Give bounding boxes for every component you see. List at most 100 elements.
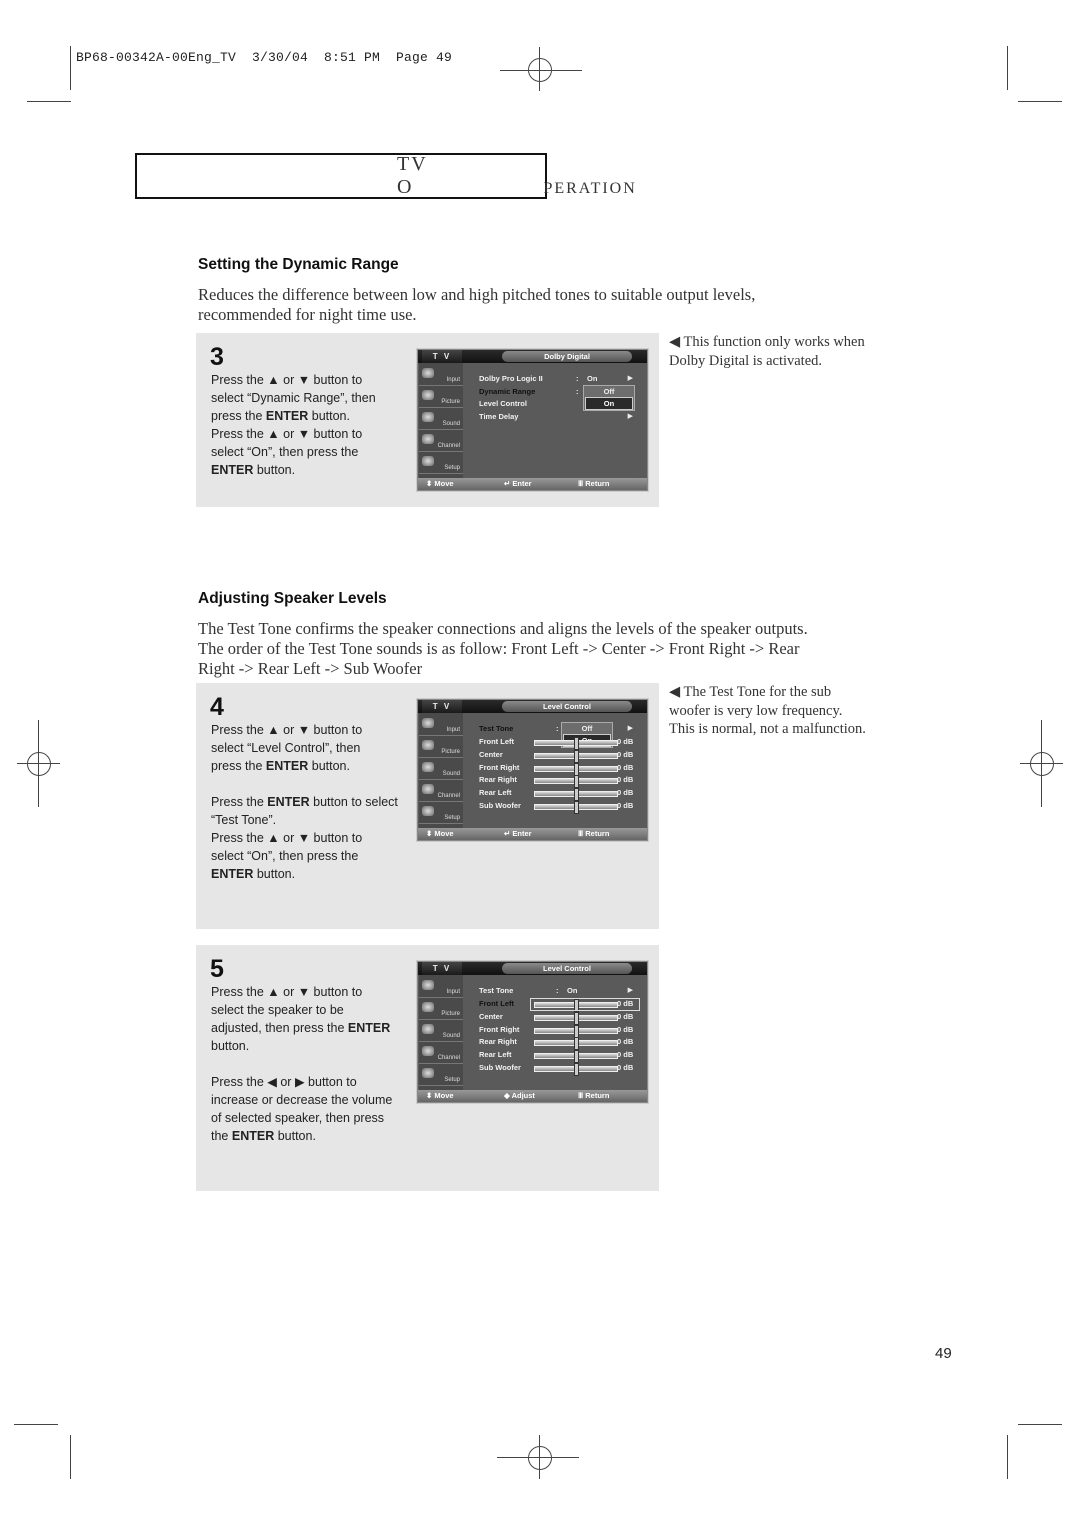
speaker-label-front-right[interactable]: Front Right: [479, 763, 519, 772]
slider-handle[interactable]: [574, 1063, 579, 1076]
speaker-label-center[interactable]: Center: [479, 1012, 503, 1021]
instruction-line: press the ENTER button.: [211, 409, 350, 423]
speaker-level-slider[interactable]: [534, 749, 618, 763]
speaker-level-value: 0 dB: [617, 1037, 634, 1047]
instruction-line: ENTER button.: [211, 867, 296, 881]
menu-item-dynamic-range[interactable]: Dynamic Range: [479, 387, 535, 396]
instruction-line: [211, 775, 411, 793]
sound-icon: [422, 1024, 434, 1034]
banner-title: TV O PERATION: [397, 153, 637, 198]
osd-sidebar-item-input[interactable]: Input: [419, 715, 463, 736]
osd-sidebar-item-channel[interactable]: Channel: [419, 781, 463, 802]
adjust-hint: ◆ Adjust: [504, 1091, 535, 1100]
move-hint: ⬍ Move: [426, 829, 454, 838]
slider-handle[interactable]: [574, 737, 579, 750]
slider-handle[interactable]: [574, 801, 579, 814]
slider-handle[interactable]: [574, 749, 579, 763]
speaker-label-front-left[interactable]: Front Left: [479, 737, 514, 746]
speaker-level-slider[interactable]: [534, 775, 618, 789]
osd-sidebar-item-input[interactable]: Input: [419, 977, 463, 998]
crop-mark: [14, 1424, 58, 1425]
speaker-label-front-right[interactable]: Front Right: [479, 1025, 519, 1034]
osd-sidebar-item-sound[interactable]: Sound: [419, 1021, 463, 1042]
enter-hint: ↵ Enter: [504, 479, 532, 488]
picture-icon: [422, 390, 434, 400]
crop-mark: [27, 101, 71, 102]
instruction-line: Press the ◀ or ▶ button to: [211, 1075, 357, 1089]
osd-sidebar-item-channel[interactable]: Channel: [419, 1043, 463, 1064]
speaker-level-slider[interactable]: [534, 801, 618, 814]
menu-item-level-control[interactable]: Level Control: [479, 399, 527, 408]
option-on[interactable]: On: [585, 397, 633, 410]
osd-sidebar-item-picture[interactable]: Picture: [419, 737, 463, 758]
speaker-label-rear-right[interactable]: Rear Right: [479, 1037, 517, 1046]
speaker-level-slider[interactable]: [534, 1050, 618, 1064]
slider-handle[interactable]: [574, 1011, 579, 1025]
speaker-level-slider[interactable]: [534, 1011, 618, 1025]
instruction-line: button.: [211, 1039, 250, 1053]
dynamic-range-dropdown[interactable]: Off On: [583, 385, 635, 411]
menu-item-dolby-pro-logic[interactable]: Dolby Pro Logic II: [479, 374, 543, 383]
move-hint: ⬍ Move: [426, 1091, 454, 1100]
osd-sidebar-item-channel[interactable]: Channel: [419, 431, 463, 452]
step-number: 5: [210, 955, 224, 983]
slider-handle[interactable]: [574, 1050, 579, 1064]
instruction-line: Press the ▲ or ▼ button to: [211, 427, 363, 441]
osd-footer: ⬍ Move ◆ Adjust Ⅲ Return: [418, 1090, 647, 1102]
picture-icon: [422, 740, 434, 750]
speaker-label-center[interactable]: Center: [479, 750, 503, 759]
return-hint: Ⅲ Return: [578, 479, 610, 488]
heading-speaker-levels: Adjusting Speaker Levels: [198, 590, 387, 607]
osd-sidebar: Input Picture Sound Channel Setup: [419, 975, 463, 1090]
osd-sidebar-item-setup[interactable]: Setup: [419, 1065, 463, 1086]
osd-sidebar-item-sound[interactable]: Sound: [419, 409, 463, 430]
instruction-line: select “Dynamic Range”, then: [211, 391, 376, 405]
slider-handle[interactable]: [574, 1037, 579, 1051]
speaker-level-slider[interactable]: [534, 788, 618, 802]
osd-sidebar-item-sound[interactable]: Sound: [419, 759, 463, 780]
input-icon: [422, 718, 434, 728]
speaker-level-slider[interactable]: [534, 762, 618, 776]
osd-sidebar-item-picture[interactable]: Picture: [419, 999, 463, 1020]
menu-item-test-tone[interactable]: Test Tone: [479, 724, 513, 733]
speaker-level-value: 0 dB: [617, 749, 634, 759]
tv-osd-level-control-adjust: T V Level Control Input Picture Sound Chann…: [416, 960, 649, 1104]
speaker-level-value: 0 dB: [617, 762, 634, 772]
speaker-label-sub-woofer[interactable]: Sub Woofer: [479, 1063, 521, 1072]
page-number: 49: [935, 1345, 952, 1362]
speaker-level-slider[interactable]: [534, 1037, 618, 1051]
menu-item-test-tone[interactable]: Test Tone: [479, 986, 513, 995]
tv-osd-level-control-test-tone: T V Level Control Input Picture Sound Chann…: [416, 698, 649, 842]
sound-icon: [422, 412, 434, 422]
speaker-label-rear-left[interactable]: Rear Left: [479, 788, 512, 797]
instruction-line: select the speaker to be: [211, 1003, 344, 1017]
tv-label: T V: [422, 700, 462, 713]
speaker-level-slider[interactable]: [534, 737, 618, 750]
step-instructions: Press the ▲ or ▼ button to select “Level …: [211, 721, 411, 883]
option-off[interactable]: Off: [584, 386, 634, 397]
option-off[interactable]: Off: [562, 723, 612, 734]
speaker-level-value: 0 dB: [617, 1050, 634, 1060]
tv-osd-dolby-digital: T V Dolby Digital Input Picture Sound Chann…: [416, 348, 649, 492]
speaker-level-slider[interactable]: [534, 1063, 618, 1076]
osd-sidebar-label: Channel: [437, 1055, 460, 1061]
speaker-label-sub-woofer[interactable]: Sub Woofer: [479, 801, 521, 810]
slider-handle[interactable]: [574, 1024, 579, 1038]
slider-handle[interactable]: [574, 775, 579, 789]
note-dolby-digital: ◀ This function only works when Dolby Di…: [669, 334, 865, 369]
osd-sidebar-item-picture[interactable]: Picture: [419, 387, 463, 408]
heading-dynamic-range: Setting the Dynamic Range: [198, 256, 399, 273]
speaker-label-rear-right[interactable]: Rear Right: [479, 775, 517, 784]
intro-speaker-levels: The Test Tone confirms the speaker conne…: [198, 619, 808, 678]
speaker-label-front-left[interactable]: Front Left: [479, 999, 514, 1008]
osd-sidebar-item-input[interactable]: Input: [419, 365, 463, 386]
step-number: 3: [210, 343, 224, 371]
osd-sidebar-item-setup[interactable]: Setup: [419, 803, 463, 824]
speaker-label-rear-left[interactable]: Rear Left: [479, 1050, 512, 1059]
menu-item-time-delay[interactable]: Time Delay: [479, 412, 518, 421]
speaker-level-slider[interactable]: [534, 1024, 618, 1038]
osd-sidebar-item-setup[interactable]: Setup: [419, 453, 463, 474]
slider-handle[interactable]: [574, 762, 579, 776]
slider-handle[interactable]: [574, 788, 579, 802]
crop-mark: [1007, 1435, 1008, 1479]
